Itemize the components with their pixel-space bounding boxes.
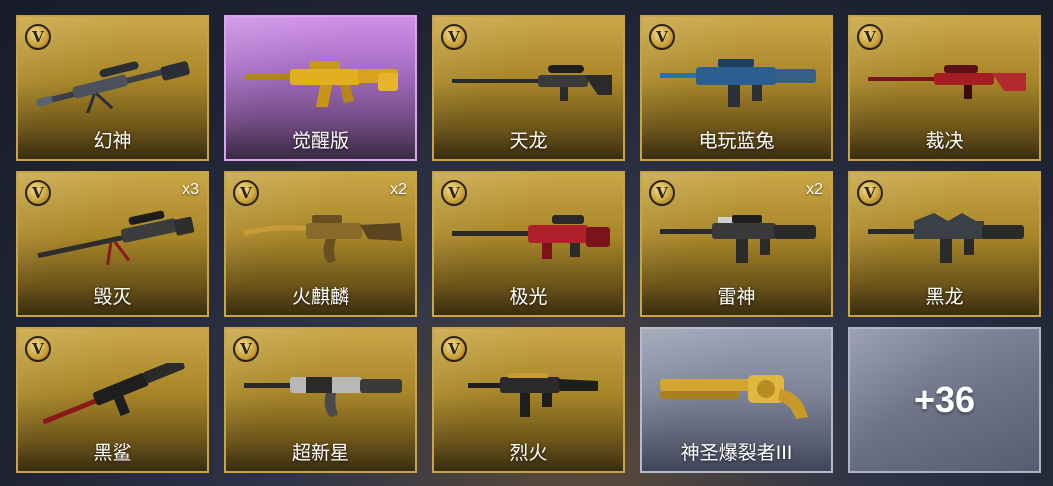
- weapon-name: 神圣爆裂者III: [680, 442, 793, 464]
- assault-rifle-icon: [660, 59, 816, 107]
- assault-rifle-icon: [244, 377, 402, 417]
- weapon-name: 超新星: [291, 442, 349, 464]
- sniper-rifle-icon: [37, 210, 195, 266]
- quantity-badge: x2: [806, 181, 823, 198]
- weapon-card[interactable]: V 黑鲨: [16, 327, 209, 473]
- assault-rifle-icon: [660, 215, 816, 263]
- weapon-name: 黑鲨: [93, 442, 132, 464]
- weapon-name: 天龙: [509, 130, 548, 152]
- sniper-rifle-icon: [868, 65, 1026, 99]
- quantity-badge: x2: [390, 181, 407, 198]
- weapon-name: 火麒麟: [291, 286, 349, 308]
- weapon-card[interactable]: V 电玩蓝兔: [640, 15, 833, 161]
- weapon-grid: V 幻神 觉醒版 V 天龙 V 电玩蓝兔 V 裁决 V x3 毁灭 V x2 火…: [16, 15, 1041, 473]
- weapon-name: 雷神: [717, 286, 756, 308]
- weapon-card[interactable]: V 烈火: [432, 327, 625, 473]
- weapon-card[interactable]: V 极光: [432, 171, 625, 317]
- smg-icon: [468, 373, 598, 417]
- assault-rifle-icon: [868, 213, 1024, 263]
- weapon-name: 裁决: [925, 130, 964, 152]
- assault-rifle-icon: [243, 215, 402, 263]
- weapon-card[interactable]: V 幻神: [16, 15, 209, 161]
- weapon-card[interactable]: V x2 雷神: [640, 171, 833, 317]
- vip-badge-icon: V: [649, 24, 675, 50]
- sniper-rifle-icon: [36, 61, 190, 113]
- weapon-name: 幻神: [93, 130, 132, 152]
- assault-rifle-icon: [42, 363, 185, 425]
- quantity-badge: x3: [182, 181, 199, 198]
- weapon-card[interactable]: V 天龙: [432, 15, 625, 161]
- sniper-rifle-icon: [452, 215, 610, 259]
- sniper-rifle-icon: [452, 65, 612, 101]
- weapon-card[interactable]: V x2 火麒麟: [224, 171, 417, 317]
- weapon-card[interactable]: V 黑龙: [848, 171, 1041, 317]
- vip-badge-icon: V: [649, 180, 675, 206]
- vip-badge-icon: V: [441, 180, 467, 206]
- vip-badge-icon: V: [25, 180, 51, 206]
- shotgun-icon: [660, 375, 808, 419]
- assault-rifle-icon: [246, 61, 398, 107]
- vip-badge-icon: V: [441, 336, 467, 362]
- vip-badge-icon: V: [441, 24, 467, 50]
- weapon-name: 毁灭: [93, 286, 132, 308]
- weapon-card[interactable]: V x3 毁灭: [16, 171, 209, 317]
- weapon-name: 黑龙: [925, 286, 964, 308]
- more-items-button[interactable]: +36: [848, 327, 1041, 473]
- vip-badge-icon: V: [233, 180, 259, 206]
- vip-badge-icon: V: [233, 336, 259, 362]
- more-items-count: +36: [913, 379, 976, 420]
- vip-badge-icon: V: [857, 24, 883, 50]
- weapon-name: 电玩蓝兔: [698, 130, 775, 152]
- weapon-name: 极光: [509, 286, 548, 308]
- weapon-card[interactable]: 神圣爆裂者III: [640, 327, 833, 473]
- weapon-card[interactable]: V 裁决: [848, 15, 1041, 161]
- weapon-name: 烈火: [509, 442, 548, 464]
- vip-badge-icon: V: [25, 24, 51, 50]
- vip-badge-icon: V: [25, 336, 51, 362]
- weapon-card[interactable]: 觉醒版: [224, 15, 417, 161]
- vip-badge-icon: V: [857, 180, 883, 206]
- weapon-card[interactable]: V 超新星: [224, 327, 417, 473]
- weapon-name: 觉醒版: [291, 130, 349, 152]
